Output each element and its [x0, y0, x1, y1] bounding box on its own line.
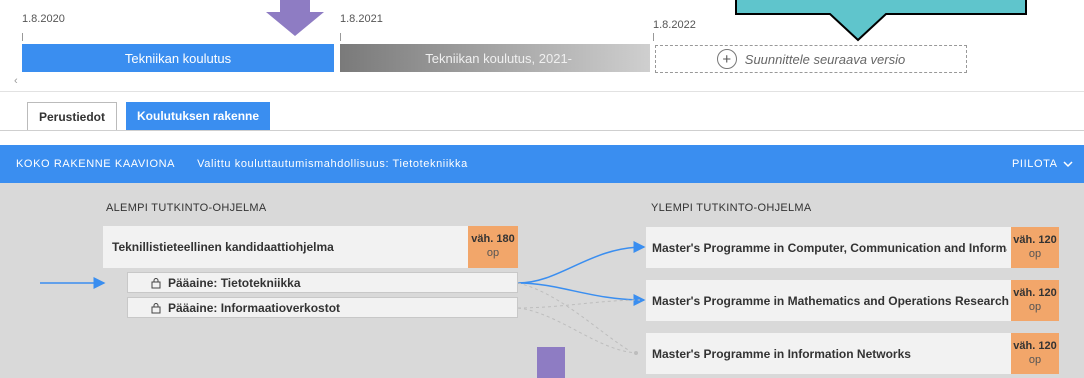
version-segment-tekniikan-koulutus[interactable]: Tekniikan koulutus [22, 44, 334, 72]
path-to-ccis [517, 241, 646, 284]
version-label: Tekniikan koulutus [124, 50, 232, 66]
tab-koulutuksen-rakenne[interactable]: Koulutuksen rakenne [126, 102, 271, 130]
timeline-tick [653, 33, 654, 41]
chevron-down-icon [1063, 161, 1073, 168]
divider [0, 91, 1084, 92]
selected-option-text: Valittu kouluttautumismahdollisuus: Tiet… [197, 158, 468, 170]
annotation-marker-purple [537, 347, 565, 378]
tab-label: Perustiedot [39, 110, 106, 124]
timeline-date-2020: 1.8.2020 [22, 13, 65, 25]
annotation-arrow-purple [266, 0, 324, 36]
dashed-path [517, 299, 641, 309]
timeline-tick [22, 33, 23, 41]
divider [0, 130, 1084, 131]
connector-dot [634, 351, 638, 355]
hide-label: PIILOTA [1012, 158, 1058, 170]
structure-header-bar: KOKO RAKENNE KAAVIONA Valittu kouluttaut… [0, 145, 1084, 183]
plan-next-version-button[interactable]: + Suunnittele seuraava versio [655, 45, 967, 73]
timeline-date-2021: 1.8.2021 [340, 13, 383, 25]
version-segment-tekniikan-koulutus-2021[interactable]: Tekniikan koulutus, 2021- [340, 44, 650, 72]
dashed-path [517, 282, 631, 352]
tab-label: Koulutuksen rakenne [137, 109, 260, 123]
annotation-callout-teal [735, 0, 1027, 42]
timeline-date-2022: 1.8.2022 [653, 19, 696, 31]
plan-next-version-label: Suunnittele seuraava versio [744, 51, 906, 67]
hide-toggle-button[interactable]: PIILOTA [1012, 145, 1073, 183]
timeline-scroll-left-icon[interactable]: ‹ [14, 75, 18, 87]
path-to-math [517, 282, 646, 306]
tab-perustiedot[interactable]: Perustiedot [27, 102, 118, 131]
plus-icon: + [716, 49, 737, 69]
version-label: Tekniikan koulutus, 2021- [425, 50, 572, 66]
structure-title: KOKO RAKENNE KAAVIONA [16, 158, 176, 170]
